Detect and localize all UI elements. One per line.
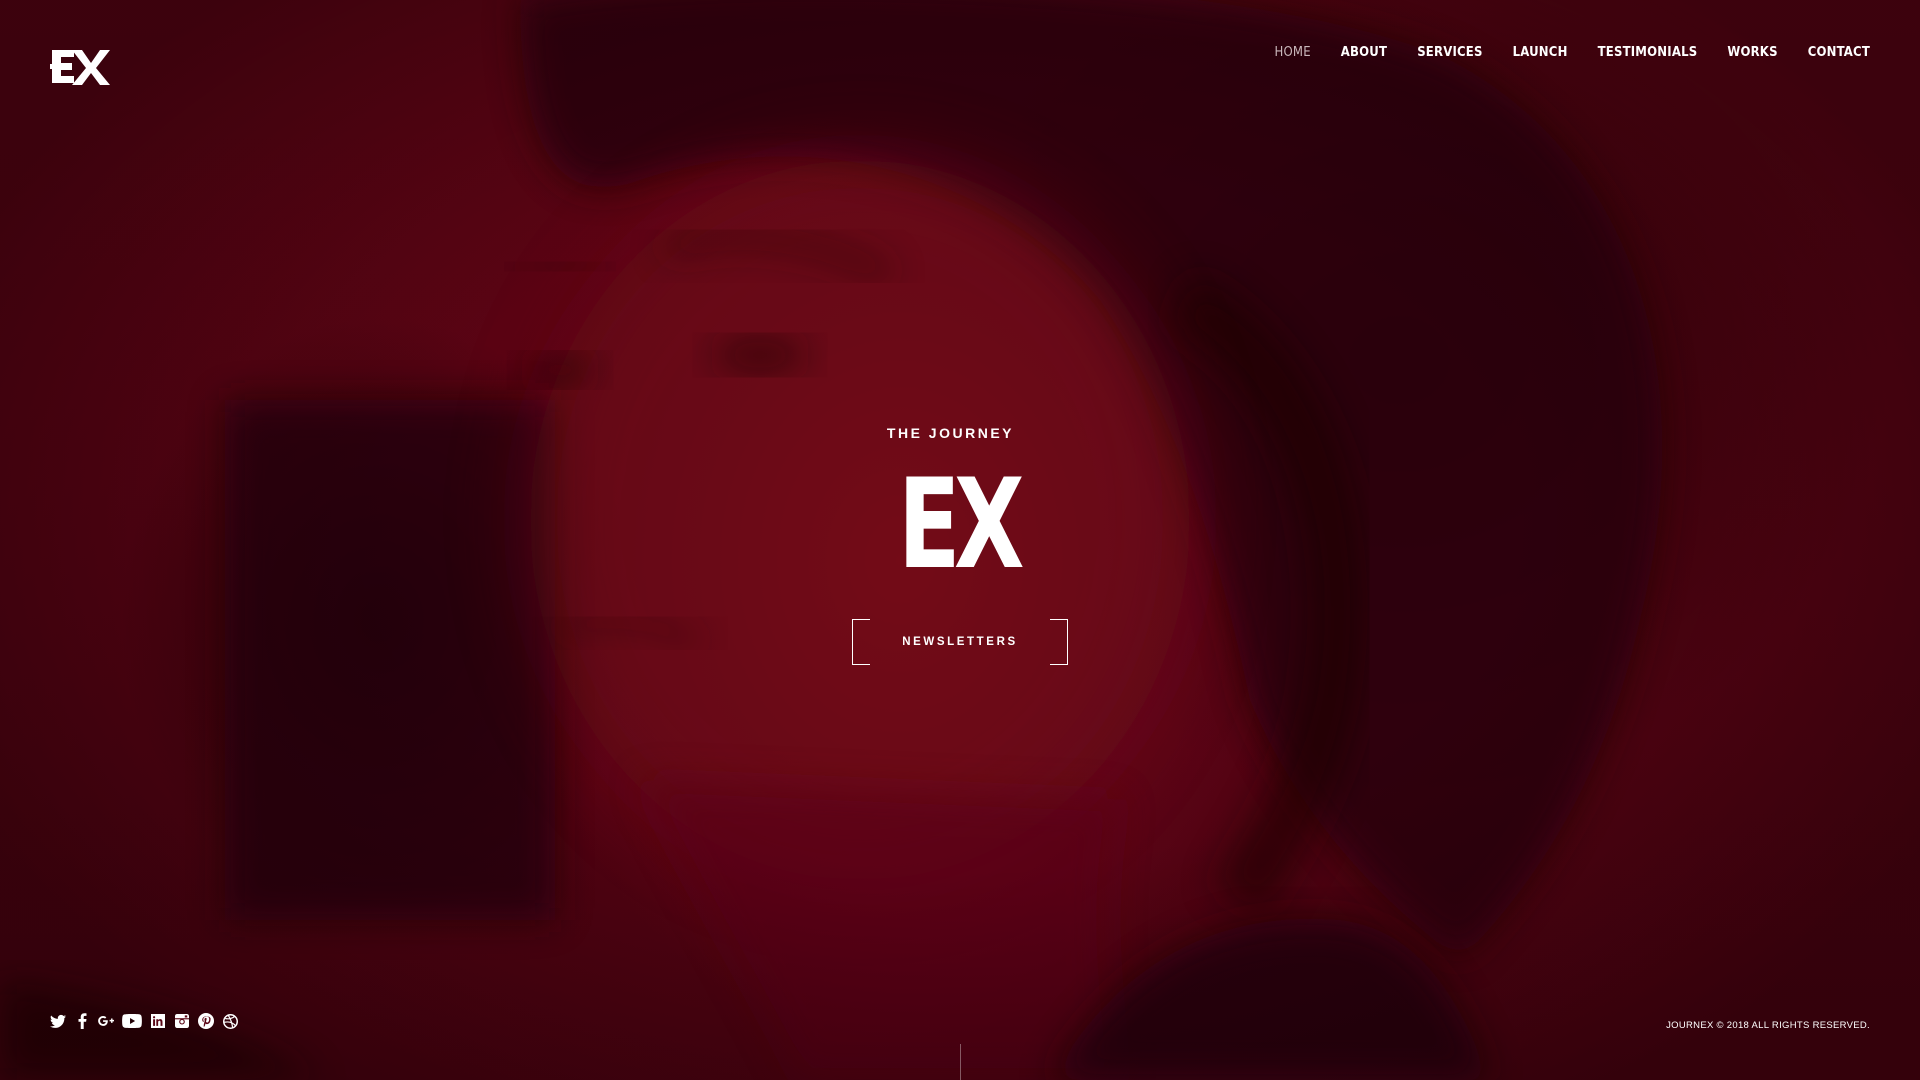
main-nav: HOME ABOUT SERVICES LAUNCH TESTIMONIALS … (1245, 45, 1871, 60)
dribbble-icon[interactable] (222, 1013, 238, 1029)
ex-logo-icon[interactable] (50, 48, 110, 88)
scroll-indicator-line (960, 1044, 961, 1080)
twitter-icon[interactable] (50, 1013, 66, 1029)
newsletters-button-label: NEWSLETTERS (902, 636, 1018, 648)
newsletters-button[interactable]: NEWSLETTERS (852, 619, 1068, 665)
nav-item-services[interactable]: SERVICES (1417, 45, 1482, 60)
instagram-icon[interactable] (174, 1013, 190, 1029)
hero-title: EX (898, 453, 1024, 597)
hero-subtitle: THE JOURNEY (886, 425, 1014, 441)
nav-item-launch[interactable]: LAUNCH (1513, 45, 1568, 60)
button-bracket-right (1050, 619, 1068, 665)
nav-item-testimonials[interactable]: TESTIMONIALS (1598, 45, 1698, 60)
copyright-text: JOURNEX © 2018 ALL RIGHTS RESERVED. (1666, 1020, 1870, 1031)
nav-item-about[interactable]: ABOUT (1341, 45, 1387, 60)
facebook-icon[interactable] (74, 1013, 90, 1029)
nav-item-home[interactable]: HOME (1275, 45, 1311, 60)
youtube-icon[interactable] (122, 1013, 142, 1029)
nav-item-contact[interactable]: CONTACT (1808, 45, 1870, 60)
pinterest-icon[interactable] (198, 1013, 214, 1029)
hero-section: HOME ABOUT SERVICES LAUNCH TESTIMONIALS … (0, 0, 1920, 1080)
nav-item-works[interactable]: WORKS (1727, 45, 1777, 60)
social-links (50, 1013, 238, 1029)
google-plus-icon[interactable] (98, 1013, 114, 1029)
linkedin-icon[interactable] (150, 1013, 166, 1029)
button-bracket-left (852, 619, 870, 665)
